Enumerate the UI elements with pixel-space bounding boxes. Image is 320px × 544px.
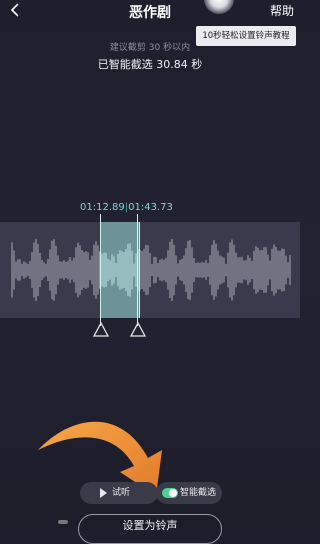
play-preview-button[interactable]: 试听 (80, 482, 158, 504)
start-drag-handle[interactable] (93, 322, 109, 338)
end-marker-line (137, 214, 138, 326)
start-marker-line (100, 214, 101, 326)
selection-times: 01:12.89|01:43.73 (80, 202, 173, 213)
page-title: 恶作剧 (129, 5, 171, 21)
selection-range[interactable] (100, 222, 140, 318)
toggle-switch[interactable] (162, 488, 178, 498)
help-button[interactable]: 帮助 (270, 2, 294, 19)
trim-hint: 建议截剪 30 秒以内 (109, 43, 191, 53)
header: 恶作剧 帮助 (0, 0, 300, 24)
waveform (11, 238, 291, 302)
set-ringtone-button[interactable]: 设置为铃声 (78, 514, 222, 544)
selected-duration: 已智能截选 30.84 秒 (97, 58, 203, 71)
start-time: 01:12.89 (80, 202, 125, 213)
play-icon (100, 488, 107, 498)
end-time: 01:43.73 (128, 202, 173, 213)
smart-select-toggle[interactable]: 智能截选 (156, 482, 222, 504)
smart-select-label: 智能截选 (180, 488, 217, 498)
divider (58, 520, 68, 524)
play-label: 试听 (112, 488, 131, 498)
end-drag-handle[interactable] (130, 322, 146, 338)
